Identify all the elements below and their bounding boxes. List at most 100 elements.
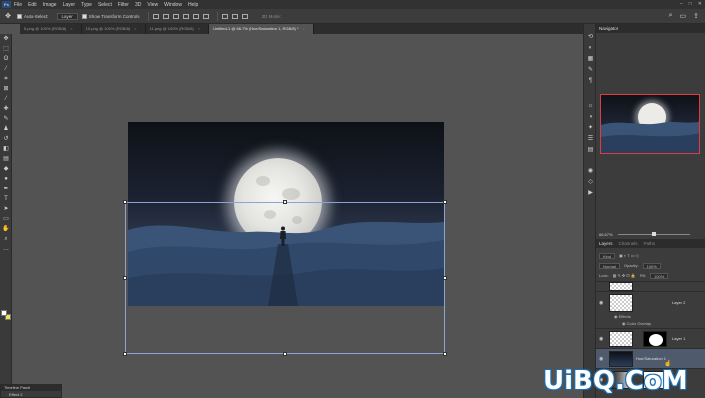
layer-row[interactable]: ◉ Layer 2 [596, 291, 705, 313]
blur-tool-icon[interactable]: ◆ [0, 164, 12, 174]
align-top-icon[interactable] [152, 13, 159, 19]
move-tool-icon[interactable]: ✥ [0, 34, 12, 44]
menu-type[interactable]: Type [81, 2, 92, 8]
layer-mask-thumbnail[interactable] [643, 331, 667, 347]
tab-layers[interactable]: Layers [599, 239, 613, 248]
lock-icons[interactable]: ▦ ✎ ✥ ⊡ 🔒 [613, 271, 636, 280]
zoom-slider-handle[interactable] [652, 232, 656, 236]
transform-handle[interactable] [283, 200, 287, 204]
opacity-input[interactable]: 100% [642, 262, 661, 269]
gradient-tool-icon[interactable]: ▤ [0, 154, 12, 164]
history-brush-icon[interactable]: ↺ [0, 134, 12, 144]
transform-handle[interactable] [443, 352, 447, 356]
fill-input[interactable]: 100% [650, 272, 669, 279]
zoom-value[interactable]: 66.67% [599, 232, 613, 237]
align-bottom-icon[interactable] [172, 13, 179, 19]
menu-window[interactable]: Window [164, 2, 182, 8]
eyedropper-tool-icon[interactable]: ⁄ [0, 94, 12, 104]
dodge-tool-icon[interactable]: ● [0, 174, 12, 184]
foreground-color-swatch[interactable] [1, 310, 7, 316]
zoom-tool-icon[interactable]: ⌕ [0, 234, 12, 244]
color-swatches[interactable] [1, 310, 11, 322]
healing-tool-icon[interactable]: ✚ [0, 104, 12, 114]
layer-row[interactable] [596, 281, 705, 291]
layer-name[interactable]: Layer 1 [672, 336, 685, 341]
crop-tool-icon[interactable]: ⌗ [0, 74, 12, 84]
auto-select-label: Auto-Select: [24, 13, 49, 19]
layer-row-selected[interactable]: ◉ Hue/Saturation 1 ☝ [596, 348, 705, 368]
tab-doc-3[interactable]: 11.png @ 100% (RGB/8) × [146, 24, 210, 34]
transform-handle[interactable] [443, 276, 447, 280]
auto-select-dropdown[interactable]: Layer [56, 12, 78, 20]
visibility-eye-icon[interactable]: ◉ [599, 356, 603, 362]
transform-handle[interactable] [123, 276, 127, 280]
pen-tool-icon[interactable]: ✒ [0, 184, 12, 194]
hand-tool-icon[interactable]: ✋ [0, 224, 12, 234]
shape-tool-icon[interactable]: ▭ [0, 214, 12, 224]
show-transform-checkbox[interactable] [81, 13, 87, 19]
menu-help[interactable]: Help [188, 2, 198, 8]
close-icon[interactable]: × [134, 26, 136, 31]
distribute-icon[interactable] [221, 13, 228, 19]
menu-view[interactable]: View [147, 2, 158, 8]
tab-navigator[interactable]: Navigator [599, 24, 618, 33]
more-tools-icon[interactable]: … [0, 244, 12, 254]
menu-3d[interactable]: 3D [135, 2, 141, 8]
menu-edit[interactable]: Edit [28, 2, 37, 8]
transform-handle[interactable] [443, 200, 447, 204]
brush-tool-icon[interactable]: ✎ [0, 114, 12, 124]
menu-filter[interactable]: Filter [118, 2, 129, 8]
minimize-icon[interactable]: – [680, 1, 683, 7]
menu-layer[interactable]: Layer [63, 2, 76, 8]
close-icon[interactable]: × [303, 26, 305, 31]
kind-filter-dropdown[interactable]: Kind [599, 252, 616, 259]
menu-select[interactable]: Select [98, 2, 112, 8]
layer-row[interactable]: ◉ Layer 1 [596, 328, 705, 348]
transform-handle[interactable] [123, 200, 127, 204]
color-overlay-row[interactable]: ◉ Color Overlay [622, 321, 651, 326]
menu-file[interactable]: File [14, 2, 22, 8]
layer-name[interactable]: Layer 2 [672, 300, 685, 305]
quick-select-tool-icon[interactable]: ⁄ [0, 64, 12, 74]
align-left-icon[interactable] [182, 13, 189, 19]
align-right-icon[interactable] [202, 13, 209, 19]
auto-select-checkbox[interactable] [17, 13, 22, 19]
blend-mode-dropdown[interactable]: Normal [599, 262, 620, 269]
distribute-icon[interactable] [241, 13, 248, 19]
lasso-tool-icon[interactable]: ʘ [0, 54, 12, 64]
visibility-eye-icon[interactable]: ◉ [599, 336, 603, 342]
path-select-tool-icon[interactable]: ➤ [0, 204, 12, 214]
transform-handle[interactable] [283, 352, 287, 356]
tab-channels[interactable]: Channels [619, 239, 638, 248]
navigator-thumbnail[interactable] [600, 94, 700, 154]
distribute-icon[interactable] [231, 13, 238, 19]
layer-effects-row[interactable]: ◉ Effects [614, 314, 631, 319]
align-center-icon[interactable] [192, 13, 199, 19]
document-canvas[interactable] [128, 122, 444, 306]
close-icon[interactable]: × [70, 26, 72, 31]
layer-name[interactable]: Hue/Saturation 1 [636, 356, 666, 361]
floating-panel-item[interactable]: Effect 2 [1, 391, 61, 398]
eraser-tool-icon[interactable]: ◧ [0, 144, 12, 154]
filter-icons[interactable]: ▣ ◐ T ▭ ◇ [619, 251, 639, 260]
tab-doc-active[interactable]: Untitled-1 @ 66.7% (Hue/Saturation 1, RG… [209, 24, 314, 34]
maximize-icon[interactable]: □ [689, 1, 692, 7]
close-icon[interactable]: ✕ [698, 1, 702, 7]
workspace-icon[interactable]: ▭ [680, 12, 687, 20]
move-tool-icon[interactable]: ✥ [3, 12, 13, 21]
search-icon[interactable]: ⌕ [669, 12, 673, 20]
close-icon[interactable]: × [198, 26, 200, 31]
share-icon[interactable]: ⇪ [693, 12, 699, 20]
align-middle-icon[interactable] [162, 13, 169, 19]
type-tool-icon[interactable]: T [0, 194, 12, 204]
marquee-tool-icon[interactable]: ⬚ [0, 44, 12, 54]
frame-tool-icon[interactable]: ⊠ [0, 84, 12, 94]
tab-paths[interactable]: Paths [644, 239, 656, 248]
transform-handle[interactable] [123, 352, 127, 356]
tab-doc-2[interactable]: 10.png @ 100% (RGB/8) × [82, 24, 146, 34]
menu-image[interactable]: Image [43, 2, 57, 8]
right-panels: Navigator 66.67% Layers Channels Paths K… [596, 24, 705, 398]
visibility-eye-icon[interactable]: ◉ [599, 300, 603, 306]
tab-doc-1[interactable]: 5.png @ 100% (RGB/8) × [20, 24, 82, 34]
stamp-tool-icon[interactable]: ♟ [0, 124, 12, 134]
